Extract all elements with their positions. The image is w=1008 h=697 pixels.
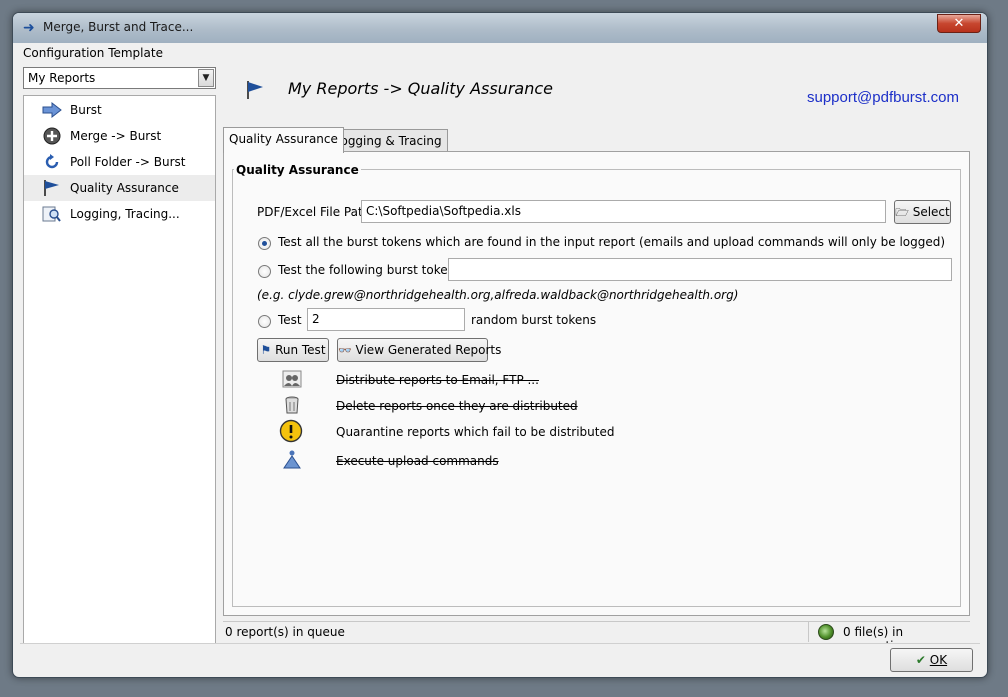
view-generated-reports-button[interactable]: 👓 View Generated Reports [337, 338, 501, 362]
radio-test-all-label: Test all the burst tokens which are foun… [278, 235, 946, 249]
trash-icon [280, 394, 304, 418]
folder-icon: 🗁 [895, 206, 909, 219]
radio-test-all[interactable] [258, 237, 271, 250]
flag-icon: ⚑ [260, 343, 272, 357]
view-generated-reports-label: View Generated Reports [355, 343, 502, 357]
action-delete: Delete reports once they are distributed [336, 399, 578, 413]
configuration-template-label: Configuration Template [23, 46, 163, 60]
people-icon [280, 368, 304, 392]
quality-assurance-group-title: Quality Assurance [234, 163, 361, 177]
queue-status: 0 report(s) in queue [223, 622, 809, 642]
example-hint: (e.g. clyde.grew@northridgehealth.org,al… [257, 288, 739, 302]
random-count-input[interactable]: 2 [307, 308, 465, 331]
title-bar[interactable]: ➜ Merge, Burst and Trace... ✕ [13, 13, 987, 43]
tree-item-label: Burst [70, 103, 102, 117]
navigation-tree: Burst Merge -> Burst Poll Folder -> Burs… [23, 95, 216, 658]
template-select-value: My Reports [28, 71, 96, 85]
arrow-right-icon [42, 101, 62, 119]
upload-icon [280, 449, 304, 473]
action-upload: Execute upload commands [336, 454, 499, 468]
radio-test-following-label: Test the following burst tokens [278, 263, 462, 277]
main-window: ➜ Merge, Burst and Trace... ✕ Configurat… [12, 12, 988, 678]
close-button[interactable]: ✕ [937, 14, 981, 33]
refresh-icon [42, 153, 62, 171]
magnifier-icon [42, 205, 62, 223]
tree-item-logging[interactable]: Logging, Tracing... [24, 201, 215, 227]
random-tokens-label: random burst tokens [471, 313, 597, 327]
header-flag-icon [244, 79, 266, 101]
tree-item-label: Poll Folder -> Burst [70, 155, 186, 169]
chevron-down-icon[interactable]: ▼ [198, 69, 214, 87]
action-quarantine: Quarantine reports which fail to be dist… [336, 425, 615, 439]
flag-icon [42, 179, 62, 197]
checkmark-icon: ✔ [915, 653, 926, 667]
support-email-link[interactable]: support@pdfburst.com [807, 89, 959, 106]
ok-button-label: OK [929, 653, 948, 667]
client-area: Configuration Template My Reports ▼ Burs… [20, 43, 980, 672]
binoculars-icon: 👓 [338, 344, 352, 357]
radio-test-random-label: Test [278, 313, 302, 327]
tree-item-burst[interactable]: Burst [24, 97, 215, 123]
plus-circle-icon [42, 127, 62, 145]
file-path-label: PDF/Excel File Path [257, 205, 371, 219]
template-select[interactable]: My Reports ▼ [23, 67, 216, 89]
status-bar: 0 report(s) in queue 0 file(s) in quaran… [223, 621, 970, 653]
radio-test-random[interactable] [258, 315, 271, 328]
tree-item-quality-assurance[interactable]: Quality Assurance [24, 175, 215, 201]
dialog-footer: ✔ OK [20, 643, 980, 672]
select-button-label: Select [912, 205, 950, 219]
burst-tokens-input[interactable] [448, 258, 952, 281]
select-button[interactable]: 🗁 Select [894, 200, 951, 224]
quality-assurance-panel: PDF/Excel File Path C:\Softpedia\Softped… [223, 151, 970, 616]
quality-assurance-group: PDF/Excel File Path C:\Softpedia\Softped… [232, 169, 961, 607]
warning-icon [279, 419, 303, 443]
page-title: My Reports -> Quality Assurance [288, 79, 553, 98]
action-distribute: Distribute reports to Email, FTP ... [336, 373, 539, 387]
tree-item-label: Logging, Tracing... [70, 207, 180, 221]
ok-button[interactable]: ✔ OK [890, 648, 973, 672]
tree-item-label: Quality Assurance [70, 181, 179, 195]
tab-logging-tracing[interactable]: Logging & Tracing [328, 129, 448, 153]
app-arrow-icon: ➜ [23, 20, 35, 36]
tree-item-label: Merge -> Burst [70, 129, 162, 143]
status-led-icon [818, 624, 834, 640]
tab-quality-assurance[interactable]: Quality Assurance [223, 127, 344, 153]
radio-test-following[interactable] [258, 265, 271, 278]
file-path-input[interactable]: C:\Softpedia\Softpedia.xls [361, 200, 886, 223]
tree-item-poll-folder[interactable]: Poll Folder -> Burst [24, 149, 215, 175]
run-test-label: Run Test [275, 343, 326, 357]
tree-item-merge-burst[interactable]: Merge -> Burst [24, 123, 215, 149]
run-test-button[interactable]: ⚑ Run Test [257, 338, 329, 362]
window-title: Merge, Burst and Trace... [43, 20, 194, 34]
